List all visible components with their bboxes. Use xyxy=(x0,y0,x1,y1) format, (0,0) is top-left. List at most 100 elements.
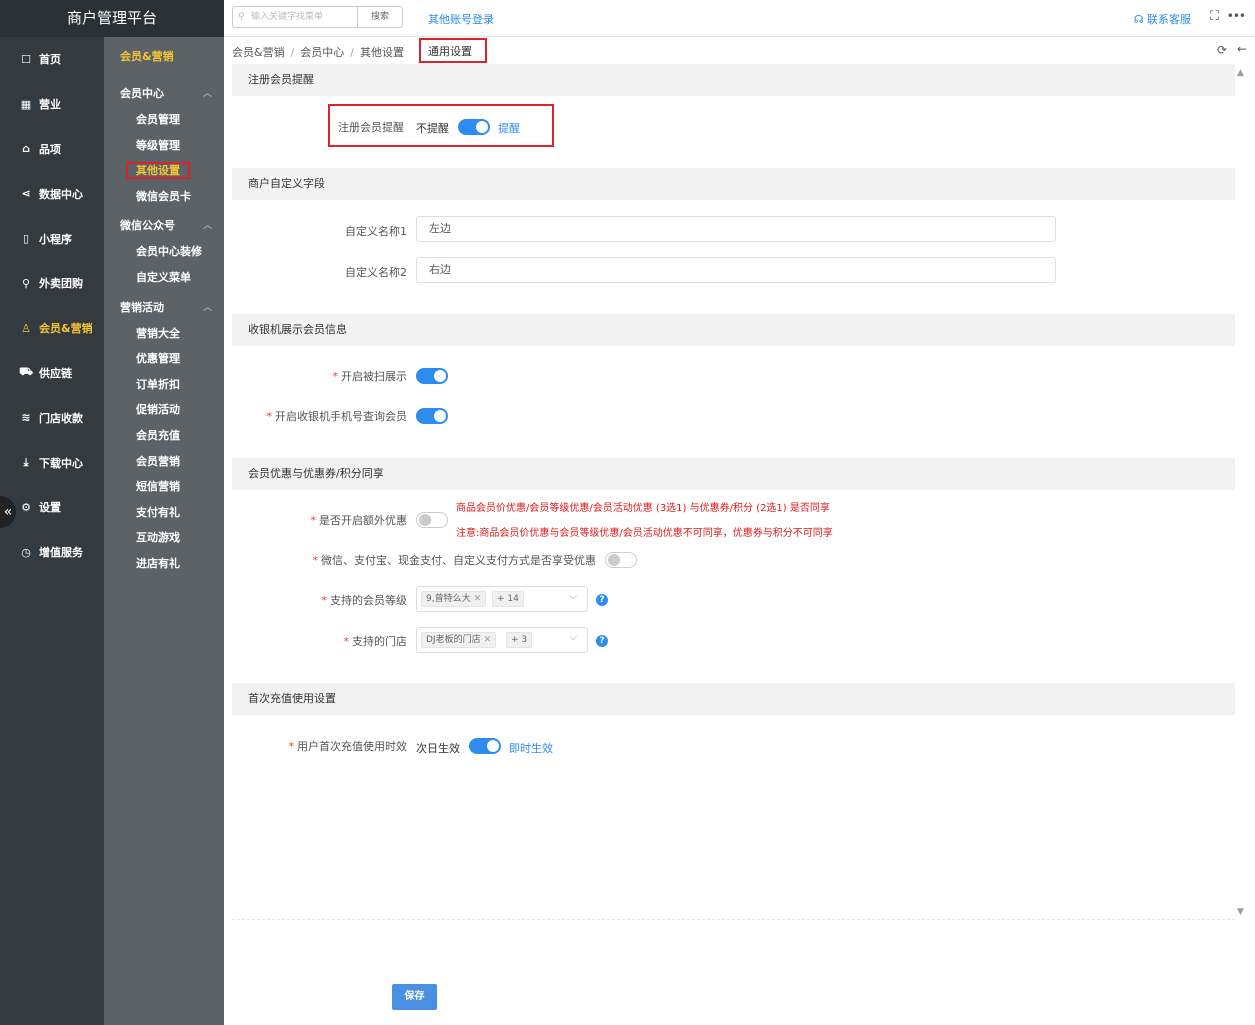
subnav-item[interactable]: 优惠管理 xyxy=(104,346,224,372)
subnav-item-label: 支付有礼 xyxy=(136,505,180,519)
nav-item[interactable]: ⚙ 设置 xyxy=(0,485,104,530)
other-account-login-link[interactable]: 其他账号登录 xyxy=(428,11,494,27)
nav-item[interactable]: ♙ 会员&营销 xyxy=(0,306,104,351)
first-recharge-toggle[interactable] xyxy=(469,738,501,754)
custom-name2-input[interactable]: 右边 xyxy=(416,257,1056,283)
subnav-item[interactable]: 支付有礼 xyxy=(104,500,224,526)
primary-nav: ☐ 首页 ▦ 营业 ⌂ 品项 ⋖ 数据中心 ▯ 小程序 ⚲ 外卖团购 ♙ 会员&营销 ⛟ 供应链 ≋ 门店收款 ⤓ 下… xyxy=(0,37,104,575)
extra-discount-label-text: 是否开启额外优惠 xyxy=(319,514,407,527)
nav-item-label: 数据中心 xyxy=(39,187,83,201)
custom-name1-input[interactable]: 左边 xyxy=(416,216,1056,242)
help-icon[interactable]: ? xyxy=(596,635,608,647)
phone-query-toggle[interactable] xyxy=(416,408,448,424)
nav-item-label: 设置 xyxy=(39,501,61,515)
subnav-item-label: 营销大全 xyxy=(136,326,180,340)
user-icon: ♙ xyxy=(21,321,31,335)
section-discount-sharing: 会员优惠与优惠券/积分同享 xyxy=(232,458,1235,490)
scroll-up-icon[interactable]: ▲ xyxy=(1237,68,1244,78)
breadcrumb-item[interactable]: 其他设置 xyxy=(360,46,404,59)
subnav-item-label: 进店有礼 xyxy=(136,556,180,570)
close-icon[interactable]: ✕ xyxy=(484,635,492,645)
nav-item-label: 小程序 xyxy=(39,232,72,246)
section-cashier-display: 收银机展示会员信息 xyxy=(232,314,1235,346)
back-arrow-icon[interactable]: ← xyxy=(1237,42,1247,56)
subnav-group[interactable]: 会员中心 ︿ xyxy=(104,81,224,107)
search-button[interactable]: 搜索 xyxy=(357,6,403,28)
nav-item[interactable]: ⛟ 供应链 xyxy=(0,351,104,396)
subnav-item[interactable]: 会员中心装修 xyxy=(104,239,224,265)
recharge-on-text: 即时生效 xyxy=(509,742,553,755)
menu-search-input[interactable]: ⚲ 输入关键字找菜单 xyxy=(232,6,358,28)
first-recharge-label: * 用户首次充值使用时效 xyxy=(288,740,408,753)
close-icon[interactable]: ✕ xyxy=(474,594,482,604)
subnav-item[interactable]: 营销大全 xyxy=(104,321,224,347)
store-label-text: 支持的门店 xyxy=(352,635,407,648)
secondary-sidebar: 会员&营销 会员中心 ︿ 会员管理 等级管理 其他设置 微信会员卡 微信公众号 ︿ 会员中心装修… xyxy=(104,37,224,1025)
scan-display-label: * 开启被扫展示 xyxy=(332,370,408,383)
subnav-item[interactable]: 其他设置 xyxy=(104,158,224,184)
subnav-item[interactable]: 互动游戏 xyxy=(104,525,224,551)
nav-item-label: 下载中心 xyxy=(39,456,83,470)
nav-item[interactable]: ⌂ 品项 xyxy=(0,127,104,172)
save-button[interactable]: 保存 xyxy=(392,984,437,1010)
nav-item[interactable]: ◷ 增值服务 xyxy=(0,530,104,575)
subnav-item-label: 会员充值 xyxy=(136,428,180,442)
register-reminder-toggle[interactable] xyxy=(458,119,490,135)
nav-item[interactable]: ☐ 首页 xyxy=(0,37,104,82)
store-select[interactable]: DJ老板的门店 ✕ + 3 ⌵ xyxy=(416,627,588,653)
refresh-icon[interactable]: ⟳ xyxy=(1217,43,1227,57)
nav-item[interactable]: ⋖ 数据中心 xyxy=(0,171,104,216)
nav-item[interactable]: ▦ 营业 xyxy=(0,82,104,127)
nav-item[interactable]: ▯ 小程序 xyxy=(0,216,104,261)
nav-item[interactable]: ⤓ 下载中心 xyxy=(0,440,104,485)
settings-form: 注册会员提醒 注册会员提醒 不提醒 提醒 商户自定义字段 自定义名称1 左边 自… xyxy=(232,64,1235,919)
nav-item[interactable]: ≋ 门店收款 xyxy=(0,395,104,440)
truck-icon: ⛟ xyxy=(19,365,33,379)
subnav-group[interactable]: 微信公众号 ︿ xyxy=(104,213,224,239)
phone-query-label-text: 开启收银机手机号查询会员 xyxy=(275,410,407,423)
store-tag-text: DJ老板的门店 xyxy=(426,635,481,645)
subnav-item-label: 短信营销 xyxy=(136,480,180,494)
subnav-group-label: 营销活动 xyxy=(120,300,164,314)
payment-discount-toggle[interactable] xyxy=(605,552,637,568)
fullscreen-icon[interactable]: ⛶ xyxy=(1210,9,1219,24)
phone-query-label: * 开启收银机手机号查询会员 xyxy=(266,410,408,423)
breadcrumb: 会员&营销 / 会员中心 / 其他设置 通用设置 ⟳ ← xyxy=(224,37,1255,64)
custom-name1-label: 自定义名称1 xyxy=(345,225,407,238)
nav-item[interactable]: ⚲ 外卖团购 xyxy=(0,261,104,306)
chevron-up-icon: ︿ xyxy=(202,89,212,99)
subnav-item[interactable]: 会员管理 xyxy=(104,107,224,133)
extra-discount-toggle[interactable] xyxy=(416,512,448,528)
breadcrumb-item[interactable]: 会员&营销 xyxy=(232,46,285,59)
breadcrumb-item[interactable]: 会员中心 xyxy=(300,46,344,59)
subnav-item[interactable]: 会员营销 xyxy=(104,449,224,475)
member-level-select[interactable]: 9,曾特么大 ✕ + 14 ⌵ xyxy=(416,586,588,612)
nav-item-label: 品项 xyxy=(39,142,61,156)
app-root: 商户管理平台 ☐ 首页 ▦ 营业 ⌂ 品项 ⋖ 数据中心 ▯ 小程序 ⚲ 外卖团购 ♙ 会员&营销 ⛟ 供应链… xyxy=(0,0,1255,1025)
subnav-item[interactable]: 微信会员卡 xyxy=(104,184,224,210)
chevron-up-icon: ︿ xyxy=(202,221,212,232)
subnav-item[interactable]: 短信营销 xyxy=(104,474,224,500)
content-scrollbar[interactable]: ▲ ▼ xyxy=(1235,64,1247,919)
subnav-item[interactable]: 自定义菜单 xyxy=(104,265,224,291)
scan-display-toggle[interactable] xyxy=(416,368,448,384)
chevron-down-icon: ⌵ xyxy=(569,591,577,602)
help-icon[interactable]: ? xyxy=(596,594,608,606)
subnav-item-label: 会员营销 xyxy=(136,454,180,468)
subnav-item-label: 会员管理 xyxy=(136,113,180,126)
subnav-item[interactable]: 等级管理 xyxy=(104,133,224,159)
member-level-label-text: 支持的会员等级 xyxy=(330,594,407,607)
scroll-down-icon[interactable]: ▼ xyxy=(1237,907,1244,917)
subnav-item[interactable]: 进店有礼 xyxy=(104,551,224,577)
subnav-item[interactable]: 促销活动 xyxy=(104,397,224,423)
share-icon: ⋖ xyxy=(21,187,31,201)
payment-discount-label-text: 微信、支付宝、现金支付、自定义支付方式是否享受优惠 xyxy=(321,554,596,567)
member-level-tag-text: 9,曾特么大 xyxy=(426,594,471,604)
more-icon[interactable]: ••• xyxy=(1227,9,1246,23)
subnav-group[interactable]: 营销活动 ︿ xyxy=(104,295,224,321)
contact-support-link[interactable]: ☊ 联系客服 xyxy=(1134,11,1191,27)
subnav-item-label: 等级管理 xyxy=(136,138,180,152)
recharge-off-text: 次日生效 xyxy=(416,742,460,755)
subnav-item[interactable]: 订单折扣 xyxy=(104,372,224,398)
subnav-item[interactable]: 会员充值 xyxy=(104,423,224,449)
